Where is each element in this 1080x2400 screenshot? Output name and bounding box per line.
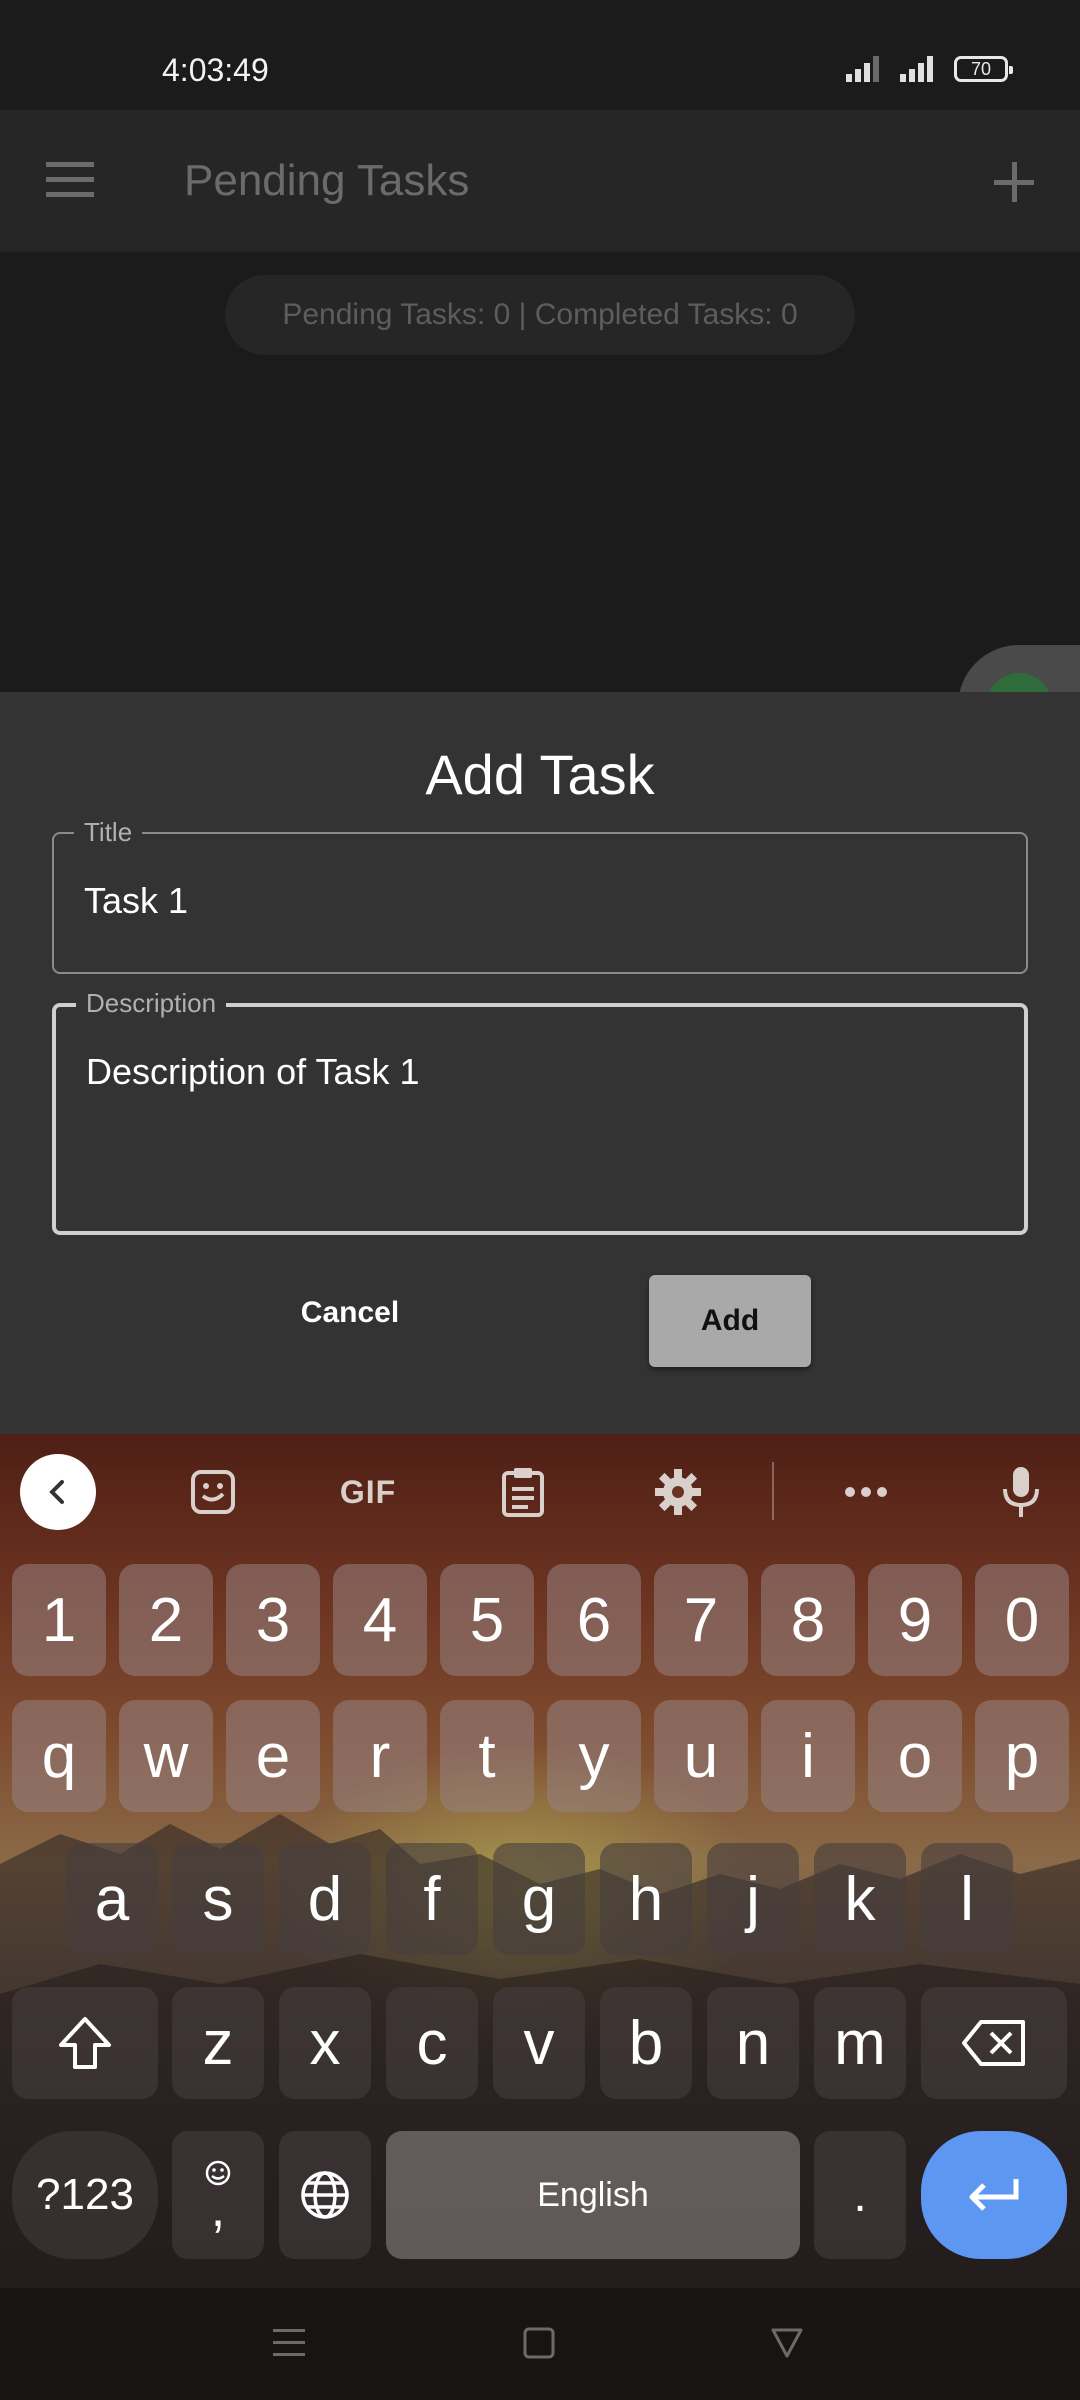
more-icon[interactable] bbox=[828, 1454, 904, 1530]
microphone-icon[interactable] bbox=[983, 1454, 1059, 1530]
key-m[interactable]: m bbox=[814, 1987, 906, 2099]
keyboard-toolbar: GIF bbox=[0, 1434, 1080, 1544]
shift-icon bbox=[59, 2017, 111, 2069]
key-a[interactable]: a bbox=[66, 1843, 158, 1955]
nav-home-icon[interactable] bbox=[514, 2318, 564, 2368]
chevron-left-icon[interactable] bbox=[20, 1454, 96, 1530]
period-key[interactable]: . bbox=[814, 2131, 906, 2259]
key-u[interactable]: u bbox=[654, 1700, 748, 1812]
signal-icon bbox=[846, 56, 879, 82]
key-i[interactable]: i bbox=[761, 1700, 855, 1812]
battery-icon: 70 bbox=[954, 56, 1013, 82]
key-v[interactable]: v bbox=[493, 1987, 585, 2099]
key-8[interactable]: 8 bbox=[761, 1564, 855, 1676]
status-icons: 70 bbox=[846, 56, 1013, 82]
key-t[interactable]: t bbox=[440, 1700, 534, 1812]
key-o[interactable]: o bbox=[868, 1700, 962, 1812]
key-d[interactable]: d bbox=[279, 1843, 371, 1955]
key-s[interactable]: s bbox=[172, 1843, 264, 1955]
add-button[interactable]: Add bbox=[649, 1275, 811, 1367]
key-b[interactable]: b bbox=[600, 1987, 692, 2099]
key-f[interactable]: f bbox=[386, 1843, 478, 1955]
key-6[interactable]: 6 bbox=[547, 1564, 641, 1676]
page-title: Pending Tasks bbox=[184, 156, 470, 205]
battery-level: 70 bbox=[970, 58, 992, 79]
key-p[interactable]: p bbox=[975, 1700, 1069, 1812]
key-g[interactable]: g bbox=[493, 1843, 585, 1955]
key-k[interactable]: k bbox=[814, 1843, 906, 1955]
app-bar: Pending Tasks bbox=[0, 110, 1080, 252]
shift-key[interactable] bbox=[12, 1987, 158, 2099]
navigation-bar bbox=[0, 2288, 1080, 2400]
key-y[interactable]: y bbox=[547, 1700, 641, 1812]
key-w[interactable]: w bbox=[119, 1700, 213, 1812]
key-j[interactable]: j bbox=[707, 1843, 799, 1955]
description-field-value: Description of Task 1 bbox=[86, 1051, 420, 1092]
key-h[interactable]: h bbox=[600, 1843, 692, 1955]
comma-label: , bbox=[210, 2180, 226, 2238]
nav-recents-icon[interactable] bbox=[264, 2318, 314, 2368]
key-3[interactable]: 3 bbox=[226, 1564, 320, 1676]
clipboard-icon[interactable] bbox=[485, 1454, 561, 1530]
keyboard: GIF 1 2 3 4 5 6 7 8 9 0 q w e r t y u i … bbox=[0, 1434, 1080, 2288]
key-z[interactable]: z bbox=[172, 1987, 264, 2099]
key-r[interactable]: r bbox=[333, 1700, 427, 1812]
sticker-icon[interactable] bbox=[175, 1454, 251, 1530]
status-bar: 4:03:49 70 bbox=[0, 0, 1080, 110]
title-field-value: Task 1 bbox=[84, 880, 189, 921]
key-5[interactable]: 5 bbox=[440, 1564, 534, 1676]
key-l[interactable]: l bbox=[921, 1843, 1013, 1955]
add-icon[interactable] bbox=[986, 154, 1042, 210]
backspace-icon bbox=[962, 2020, 1025, 2066]
title-field[interactable]: Title Task 1 bbox=[52, 818, 1028, 974]
gif-label: GIF bbox=[339, 1473, 397, 1510]
gif-button[interactable]: GIF bbox=[330, 1454, 406, 1530]
description-field-label: Description bbox=[76, 989, 227, 1017]
space-key[interactable]: English bbox=[386, 2131, 800, 2259]
key-c[interactable]: c bbox=[386, 1987, 478, 2099]
language-key[interactable] bbox=[279, 2131, 371, 2259]
signal-icon bbox=[900, 56, 933, 82]
key-e[interactable]: e bbox=[226, 1700, 320, 1812]
cancel-button[interactable]: Cancel bbox=[270, 1275, 430, 1351]
key-2[interactable]: 2 bbox=[119, 1564, 213, 1676]
comma-key[interactable]: , bbox=[172, 2131, 264, 2259]
key-1[interactable]: 1 bbox=[12, 1564, 106, 1676]
key-q[interactable]: q bbox=[12, 1700, 106, 1812]
dialog-title: Add Task bbox=[425, 743, 655, 806]
backspace-key[interactable] bbox=[921, 1987, 1067, 2099]
gear-icon[interactable] bbox=[640, 1454, 716, 1530]
menu-icon[interactable] bbox=[44, 160, 100, 200]
enter-key[interactable] bbox=[921, 2131, 1067, 2259]
globe-icon bbox=[301, 2171, 349, 2219]
add-task-sheet: Add Task Title Task 1 Description Descri… bbox=[0, 692, 1080, 1434]
toolbar-divider bbox=[772, 1462, 774, 1520]
key-x[interactable]: x bbox=[279, 1987, 371, 2099]
nav-back-icon[interactable] bbox=[762, 2318, 812, 2368]
key-7[interactable]: 7 bbox=[654, 1564, 748, 1676]
title-field-label: Title bbox=[74, 818, 143, 846]
symbols-key[interactable]: ?123 bbox=[12, 2131, 158, 2259]
enter-icon bbox=[969, 2179, 1019, 2211]
task-counter: Pending Tasks: 0 | Completed Tasks: 0 bbox=[225, 275, 855, 355]
key-4[interactable]: 4 bbox=[333, 1564, 427, 1676]
key-n[interactable]: n bbox=[707, 1987, 799, 2099]
status-time: 4:03:49 bbox=[162, 52, 269, 88]
description-field[interactable]: Description Description of Task 1 bbox=[52, 989, 1028, 1235]
key-9[interactable]: 9 bbox=[868, 1564, 962, 1676]
key-0[interactable]: 0 bbox=[975, 1564, 1069, 1676]
